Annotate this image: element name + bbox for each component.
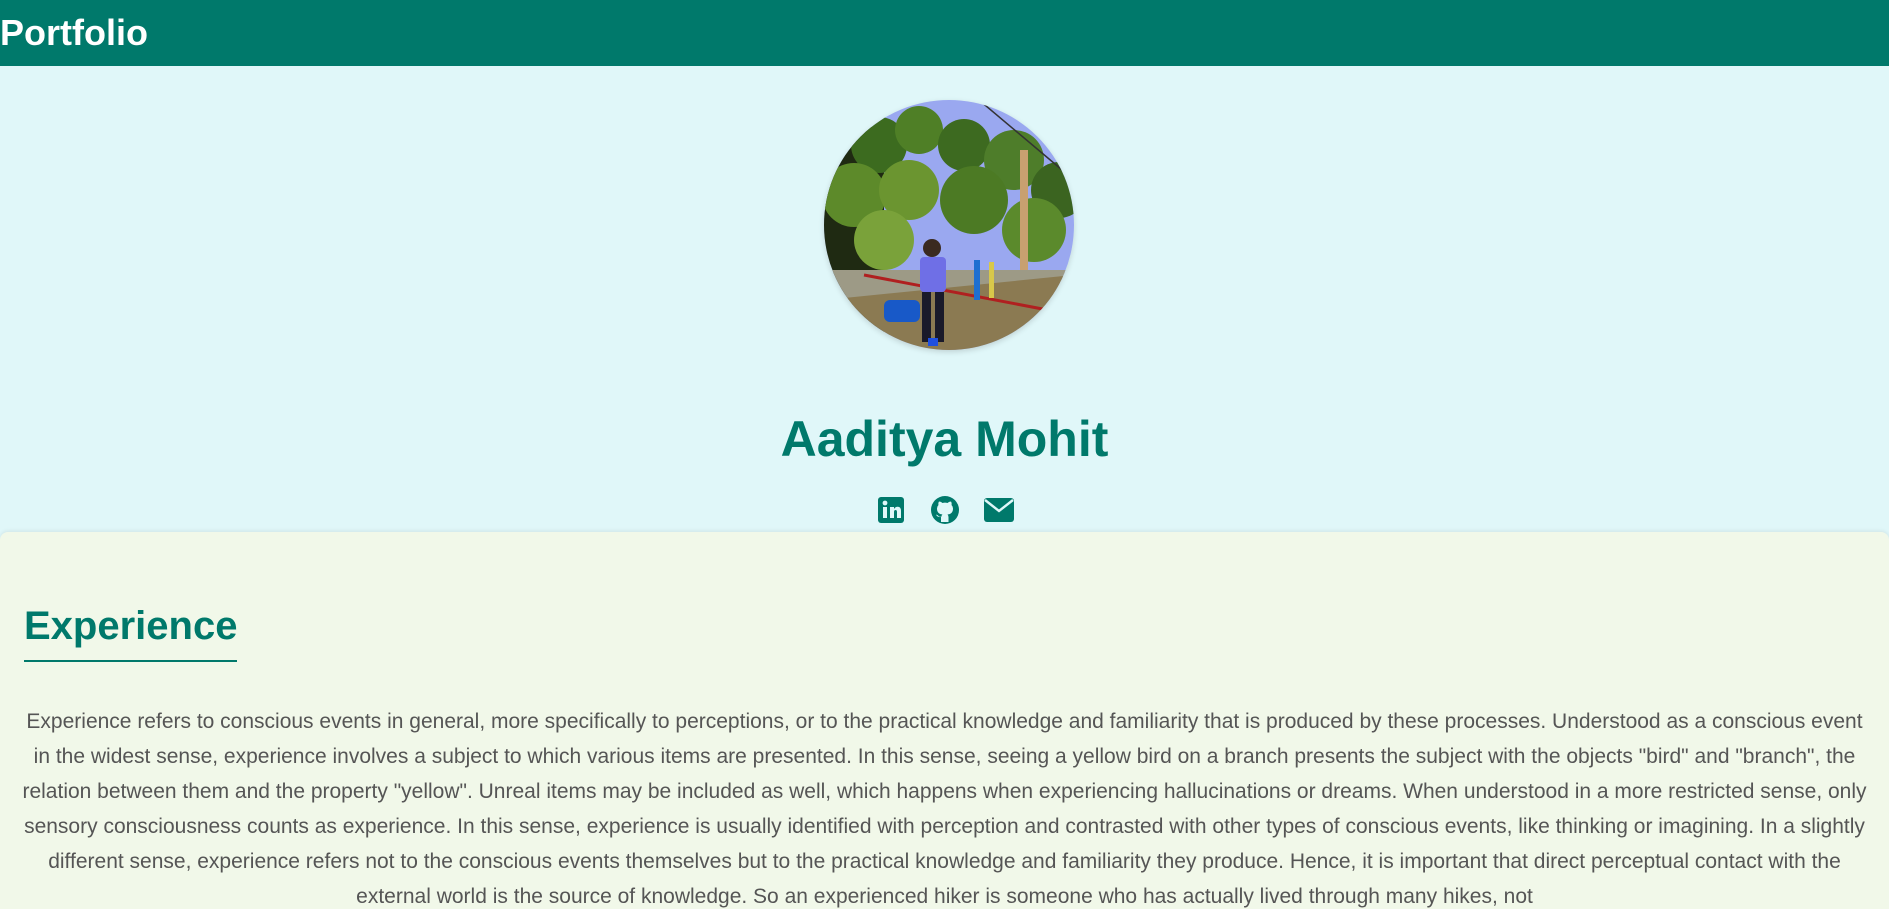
github-link[interactable]	[930, 495, 960, 525]
brand-link[interactable]: Portfolio	[0, 0, 148, 66]
profile-photo	[824, 100, 1074, 350]
hero-section: Aaditya Mohit	[0, 66, 1889, 532]
experience-section: Experience Experience refers to consciou…	[0, 532, 1889, 909]
section-title: Experience	[24, 604, 238, 662]
github-icon	[930, 496, 959, 524]
experience-text: Experience refers to conscious events in…	[22, 710, 1867, 908]
linkedin-icon	[877, 497, 904, 523]
email-icon	[983, 498, 1014, 522]
linkedin-link[interactable]	[876, 495, 906, 525]
email-link[interactable]	[983, 495, 1014, 525]
profile-name: Aaditya Mohit	[780, 411, 1109, 467]
avatar	[824, 100, 1074, 350]
social-links	[0, 495, 1889, 525]
navbar: Portfolio	[0, 0, 1889, 66]
